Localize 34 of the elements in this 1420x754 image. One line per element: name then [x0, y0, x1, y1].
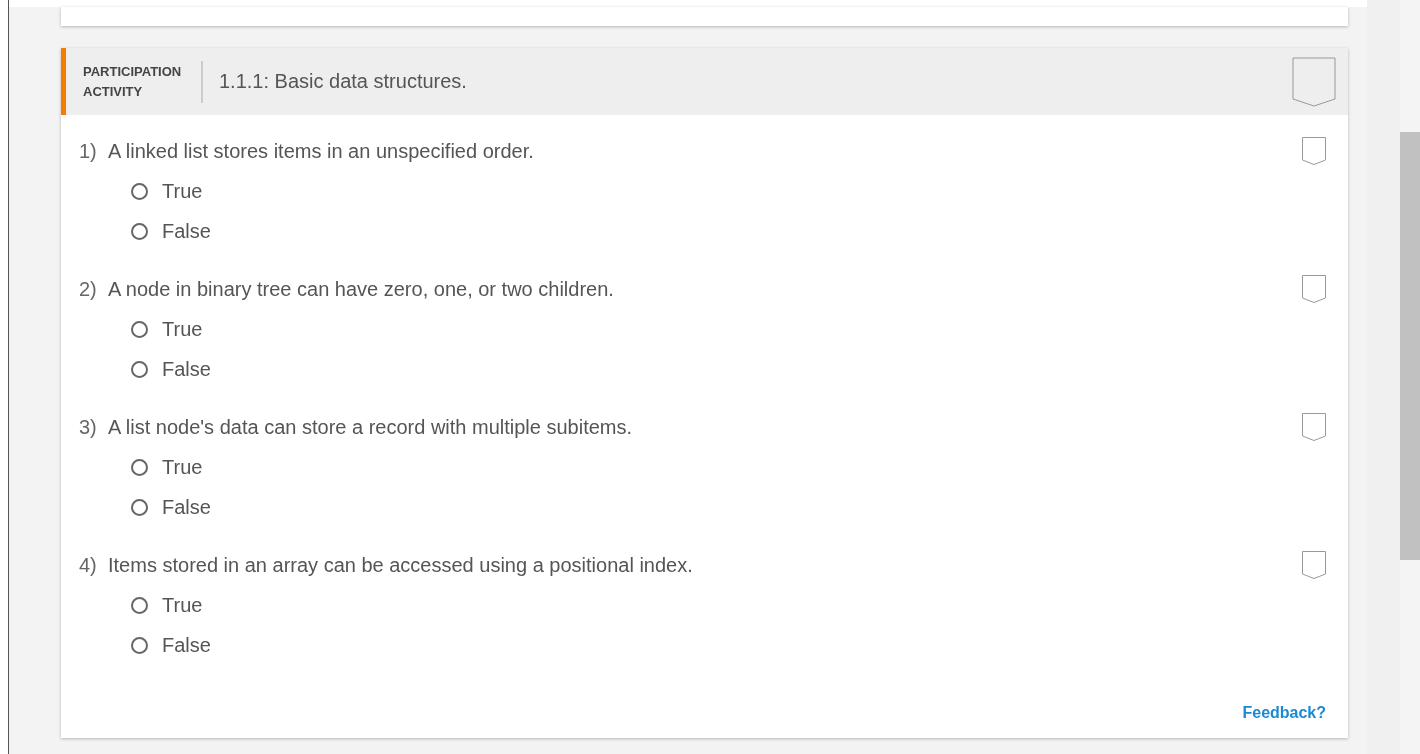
radio-icon[interactable]: [131, 596, 148, 614]
radio-icon[interactable]: [131, 182, 148, 200]
radio-option[interactable]: True: [131, 315, 203, 343]
question-text: A linked list stores items in an unspecified order.: [108, 139, 535, 163]
radio-option[interactable]: True: [131, 177, 203, 205]
radio-option[interactable]: False: [131, 493, 211, 521]
radio-icon[interactable]: [131, 498, 148, 516]
radio-option[interactable]: True: [131, 453, 203, 481]
question-text: A list node's data can store a record with multiple subitems.: [108, 415, 634, 439]
radio-option[interactable]: False: [131, 355, 211, 383]
activity-label: PARTICIPATION ACTIVITY: [83, 60, 203, 103]
radio-option[interactable]: False: [131, 631, 211, 659]
radio-icon[interactable]: [131, 636, 148, 654]
completion-badge-icon: [1292, 56, 1337, 107]
radio-option[interactable]: True: [131, 591, 203, 619]
radio-icon[interactable]: [131, 458, 148, 476]
question-number: 3): [79, 415, 98, 439]
radio-option[interactable]: False: [131, 217, 211, 245]
radio-icon[interactable]: [131, 222, 148, 240]
feedback-link[interactable]: Feedback?: [1242, 704, 1327, 722]
radio-icon[interactable]: [131, 360, 148, 378]
completion-badge-icon: [1302, 551, 1327, 579]
radio-icon[interactable]: [131, 320, 148, 338]
question-text: Items stored in an array can be accessed using a positional index.: [108, 553, 694, 577]
question-number: 2): [79, 277, 98, 301]
completion-badge-icon: [1302, 413, 1327, 441]
question-text: A node in binary tree can have zero, one, or two children.: [108, 277, 615, 301]
scrollbar[interactable]: [1400, 0, 1420, 754]
activity-title: 1.1.1: Basic data structures.: [219, 70, 468, 93]
scrollbar-thumb[interactable]: [1400, 132, 1420, 560]
completion-badge-icon: [1302, 275, 1327, 303]
question-number: 1): [79, 139, 98, 163]
completion-badge-icon: [1302, 137, 1327, 165]
question-number: 4): [79, 553, 98, 577]
